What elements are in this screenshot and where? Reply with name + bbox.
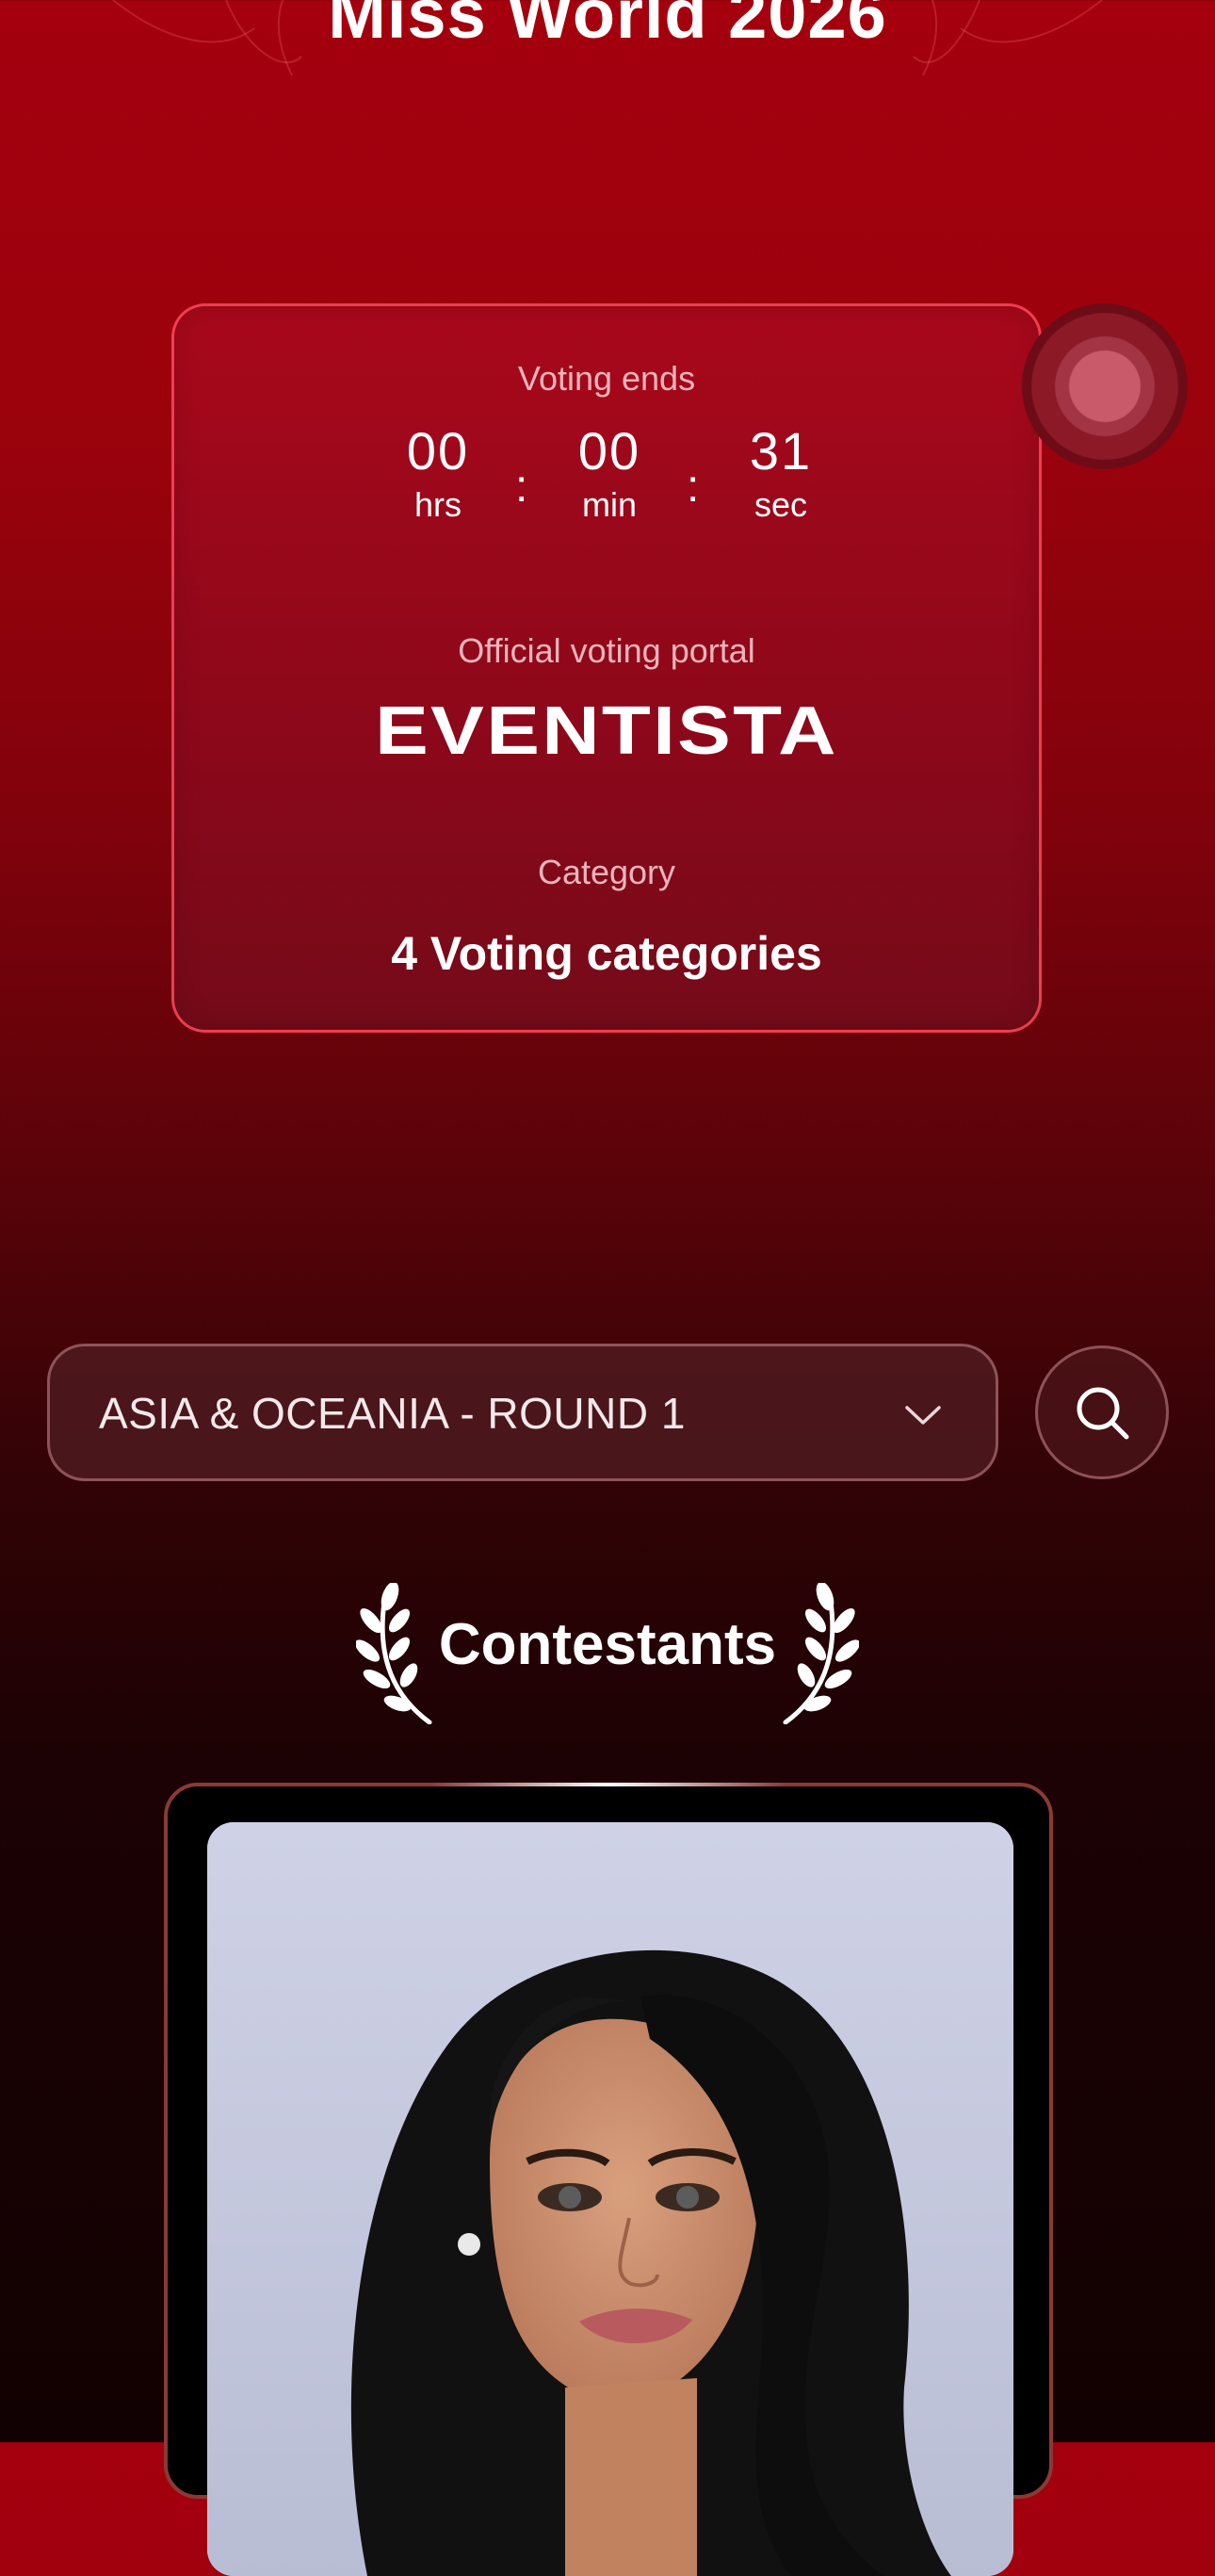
portal-label: Official voting portal: [458, 631, 755, 670]
contestant-photo: [207, 1822, 1013, 2576]
countdown-hours: 00 hrs: [363, 423, 513, 525]
countdown-seconds: 31 sec: [705, 423, 856, 525]
region-dropdown[interactable]: ASIA & OCEANIA - ROUND 1: [47, 1344, 998, 1481]
contestants-heading: Contestants: [0, 1583, 1215, 1724]
seconds-value: 31: [749, 421, 813, 481]
countdown-separator: :: [515, 462, 528, 512]
countdown-separator: :: [687, 462, 700, 512]
search-button[interactable]: [1035, 1345, 1169, 1479]
voting-info-card: Voting ends 00 hrs : 00 min : 31 sec Off…: [171, 303, 1042, 1033]
minutes-value: 00: [577, 421, 641, 481]
contestant-portrait-illustration: [207, 1822, 1013, 2576]
chevron-down-icon: [905, 1406, 941, 1425]
voting-ends-label: Voting ends: [517, 359, 696, 398]
laurel-right-icon: [783, 1583, 859, 1724]
category-value[interactable]: 4 Voting categories: [174, 926, 1039, 981]
hours-label: hrs: [413, 485, 462, 524]
seconds-label: sec: [753, 485, 808, 524]
search-icon: [1077, 1387, 1129, 1440]
countdown-timer: 00 hrs : 00 min : 31 sec: [174, 423, 1039, 546]
hours-value: 00: [406, 421, 470, 481]
record-icon[interactable]: [1022, 303, 1188, 469]
portal-name: EVENTISTA: [375, 693, 838, 769]
region-selected-value: ASIA & OCEANIA - ROUND 1: [99, 1389, 686, 1438]
countdown-minutes: 00 min: [534, 423, 685, 525]
event-title: Miss World 2026: [328, 0, 887, 53]
contestants-title: Contestants: [438, 1612, 777, 1677]
minutes-label: min: [581, 485, 637, 524]
category-label: Category: [537, 853, 676, 891]
contestant-card[interactable]: [164, 1783, 1053, 2576]
